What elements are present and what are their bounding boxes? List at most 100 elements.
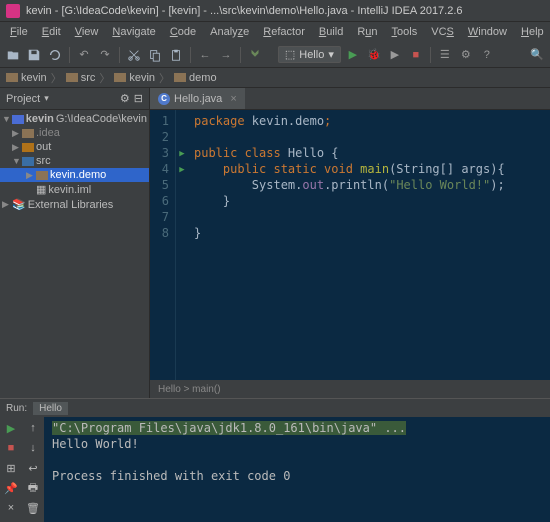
menu-bar: File Edit View Navigate Code Analyze Ref… — [0, 22, 550, 42]
editor-tabs: C Hello.java × — [150, 88, 550, 110]
menu-vcs[interactable]: VCS — [425, 24, 460, 40]
title-bar: kevin - [G:\IdeaCode\kevin] - [kevin] - … — [0, 0, 550, 22]
forward-icon[interactable]: → — [217, 46, 235, 64]
separator — [430, 47, 431, 63]
close-icon[interactable]: × — [230, 93, 236, 105]
run-panel-label: Run: — [6, 403, 27, 414]
separator — [190, 47, 191, 63]
folder-icon — [22, 129, 34, 138]
undo-icon[interactable]: ↶ — [75, 46, 93, 64]
open-icon[interactable] — [4, 46, 22, 64]
app-icon — [6, 4, 20, 18]
run-main-icon[interactable]: ▶ — [176, 162, 188, 178]
breadcrumb-item[interactable]: kevin — [6, 72, 47, 84]
separator — [240, 47, 241, 63]
src-folder-icon — [22, 157, 34, 166]
menu-tools[interactable]: Tools — [386, 24, 424, 40]
collapse-icon[interactable]: ⊟ — [134, 92, 143, 105]
separator — [119, 47, 120, 63]
run-panel-header: Run: Hello — [0, 399, 550, 417]
project-panel-header[interactable]: Project ▾ ⚙ ⊟ — [0, 88, 149, 110]
menu-refactor[interactable]: Refactor — [257, 24, 311, 40]
tree-item-src[interactable]: ▼ src — [0, 154, 149, 168]
run-config-selector[interactable]: ⬚ Hello ▾ — [278, 46, 341, 63]
tree-item-package[interactable]: ▶ kevin.demo — [0, 168, 149, 182]
project-panel: Project ▾ ⚙ ⊟ ▼ kevin G:\IdeaCode\kevin … — [0, 88, 150, 398]
breadcrumb-item[interactable]: demo — [174, 72, 217, 84]
menu-code[interactable]: Code — [164, 24, 202, 40]
breadcrumb-item[interactable]: src — [66, 72, 96, 84]
print-icon[interactable]: 🖶 — [26, 481, 40, 495]
save-icon[interactable] — [25, 46, 43, 64]
run-icon[interactable]: ▶ — [344, 46, 362, 64]
build-icon[interactable] — [246, 46, 264, 64]
library-icon: 📚 — [12, 198, 26, 211]
editor-tab-hello[interactable]: C Hello.java × — [150, 88, 245, 109]
folder-icon — [174, 73, 186, 82]
coverage-icon[interactable]: ▶ — [386, 46, 404, 64]
menu-build[interactable]: Build — [313, 24, 349, 40]
wrap-icon[interactable]: ↩ — [26, 461, 40, 475]
refresh-icon[interactable] — [46, 46, 64, 64]
tree-item-external[interactable]: ▶📚 External Libraries — [0, 197, 149, 212]
stop-icon[interactable]: ■ — [407, 46, 425, 64]
tree-item-iml[interactable]: ▦ kevin.iml — [0, 182, 149, 197]
menu-file[interactable]: File — [4, 24, 34, 40]
java-class-icon: C — [158, 93, 170, 105]
menu-view[interactable]: View — [69, 24, 105, 40]
folder-icon — [66, 73, 78, 82]
line-number-gutter: 12345678 — [150, 110, 176, 380]
tree-item-idea[interactable]: ▶ .idea — [0, 126, 149, 140]
menu-edit[interactable]: Edit — [36, 24, 67, 40]
redo-icon[interactable]: ↷ — [96, 46, 114, 64]
layout-icon[interactable]: ⊞ — [4, 461, 18, 475]
code-content[interactable]: package kevin.demo; public class Hello {… — [188, 110, 550, 380]
toolbar: ↶ ↷ ← → ⬚ Hello ▾ ▶ 🐞 ▶ ■ ☰ ⚙ ? 🔍 — [0, 42, 550, 68]
code-editor[interactable]: 12345678 ▶▶ package kevin.demo; public c… — [150, 110, 550, 380]
run-side-toolbar: ▶ ■ ⊞ 📌 × — [0, 417, 22, 522]
console-output[interactable]: "C:\Program Files\java\jdk1.8.0_161\bin\… — [44, 417, 550, 522]
project-icon — [12, 115, 24, 124]
pin-icon[interactable]: 📌 — [4, 481, 18, 495]
trash-icon[interactable]: 🗑 — [26, 501, 40, 515]
run-side-toolbar-2: ↑ ↓ ↩ 🖶 🗑 — [22, 417, 44, 522]
window-title: kevin - [G:\IdeaCode\kevin] - [kevin] - … — [26, 5, 463, 17]
rerun-icon[interactable]: ▶ — [4, 421, 18, 435]
menu-window[interactable]: Window — [462, 24, 513, 40]
menu-navigate[interactable]: Navigate — [106, 24, 161, 40]
file-icon: ▦ — [36, 183, 46, 196]
tree-root[interactable]: ▼ kevin G:\IdeaCode\kevin — [0, 112, 149, 126]
breadcrumb-bar: kevin 〉 src 〉 kevin 〉 demo — [0, 68, 550, 88]
search-icon[interactable]: 🔍 — [528, 46, 546, 64]
structure-icon[interactable]: ☰ — [436, 46, 454, 64]
up-icon[interactable]: ↑ — [26, 421, 40, 435]
console-line: Process finished with exit code 0 — [52, 469, 542, 485]
down-icon[interactable]: ↓ — [26, 441, 40, 455]
editor-area: C Hello.java × 12345678 ▶▶ package kevin… — [150, 88, 550, 398]
paste-icon[interactable] — [167, 46, 185, 64]
console-line: Hello World! — [52, 437, 542, 453]
run-tool-window: Run: Hello ▶ ■ ⊞ 📌 × ↑ ↓ ↩ 🖶 🗑 "C:\Progr… — [0, 398, 550, 522]
back-icon[interactable]: ← — [196, 46, 214, 64]
breadcrumb-item[interactable]: kevin — [114, 72, 155, 84]
debug-icon[interactable]: 🐞 — [365, 46, 383, 64]
copy-icon[interactable] — [146, 46, 164, 64]
help-icon[interactable]: ? — [478, 46, 496, 64]
menu-run[interactable]: Run — [351, 24, 383, 40]
run-class-icon[interactable]: ▶ — [176, 146, 188, 162]
close-icon[interactable]: × — [4, 501, 18, 515]
separator — [69, 47, 70, 63]
settings-icon[interactable]: ⚙ — [457, 46, 475, 64]
menu-analyze[interactable]: Analyze — [204, 24, 255, 40]
menu-help[interactable]: Help — [515, 24, 550, 40]
cut-icon[interactable] — [125, 46, 143, 64]
stop-icon[interactable]: ■ — [4, 441, 18, 455]
editor-tab-label: Hello.java — [174, 93, 222, 105]
gear-icon[interactable]: ⚙ — [120, 92, 130, 105]
tree-item-out[interactable]: ▶ out — [0, 140, 149, 154]
project-panel-title: Project — [6, 93, 40, 105]
project-tree: ▼ kevin G:\IdeaCode\kevin ▶ .idea ▶ out … — [0, 110, 149, 398]
run-panel-name[interactable]: Hello — [33, 402, 68, 415]
run-gutter: ▶▶ — [176, 110, 188, 380]
editor-breadcrumb[interactable]: Hello > main() — [150, 380, 550, 398]
